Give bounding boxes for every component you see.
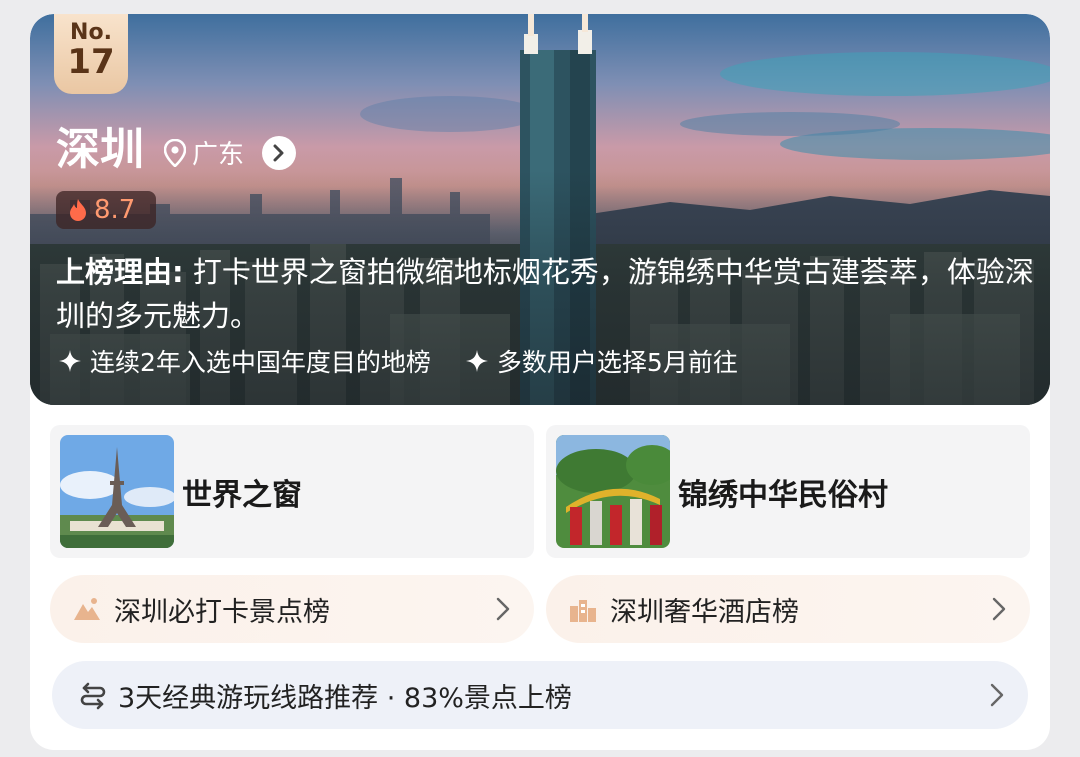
- location-pin-icon: [164, 138, 186, 167]
- highlight-tag-label: 多数用户选择5月前往: [496, 348, 738, 377]
- reason-label: 上榜理由:: [56, 255, 184, 289]
- reason-text-block: 上榜理由: 打卡世界之窗拍微缩地标烟花秀，游锦绣中华赏古建荟萃，体验深圳的多元魅…: [56, 250, 1036, 338]
- hotel-icon: [570, 600, 596, 622]
- heat-score-badge: 8.7: [56, 191, 156, 229]
- chevron-right-icon: [990, 683, 1004, 707]
- chevron-right-icon: [992, 597, 1006, 621]
- highlight-tag: 连续2年入选中国年度目的地榜: [58, 343, 431, 379]
- attraction-card-window-of-world[interactable]: 世界之窗: [50, 425, 534, 558]
- sparkle-icon: [465, 350, 488, 372]
- go-arrow-button[interactable]: [262, 135, 297, 170]
- highlight-tag: 多数用户选择5月前往: [465, 343, 738, 379]
- attraction-card-splendid-china[interactable]: 锦绣中华民俗村: [546, 425, 1030, 558]
- location-link[interactable]: 广东: [164, 134, 297, 171]
- attraction-thumbnail: [556, 435, 670, 548]
- chevron-right-icon: [496, 597, 510, 621]
- attraction-name: 世界之窗: [182, 477, 302, 513]
- rank-number: 17: [67, 42, 115, 82]
- flame-icon: [70, 199, 86, 221]
- chevron-right-icon: [273, 144, 284, 161]
- luxury-hotel-rank-link[interactable]: 深圳奢华酒店榜: [546, 575, 1030, 643]
- attraction-thumbnail: [60, 435, 174, 548]
- province-label: 广东: [192, 140, 245, 170]
- highlight-tag-label: 连续2年入选中国年度目的地榜: [90, 348, 431, 377]
- sparkle-icon: [59, 350, 81, 372]
- route-icon: [80, 682, 106, 710]
- route-recommendation-link[interactable]: 3天经典游玩线路推荐 · 83%景点上榜: [52, 661, 1028, 729]
- eiffel-tower-photo: [60, 435, 174, 548]
- hero-banner[interactable]: No. 17 深圳 广东 8.7 上榜理由: 打卡世界之窗拍微缩地标烟花秀，游锦…: [30, 14, 1050, 405]
- rank-badge: No. 17: [54, 14, 128, 94]
- top-attractions-rank-link[interactable]: 深圳必打卡景点榜: [50, 575, 534, 643]
- route-label: 3天经典游玩线路推荐 · 83%景点上榜: [118, 682, 572, 714]
- destination-card: No. 17 深圳 广东 8.7 上榜理由: 打卡世界之窗拍微缩地标烟花秀，游锦…: [30, 14, 1050, 750]
- highlight-tags: 连续2年入选中国年度目的地榜 多数用户选择5月前往: [58, 343, 772, 379]
- heat-score-value: 8.7: [94, 195, 136, 225]
- reason-text: 打卡世界之窗拍微缩地标烟花秀，游锦绣中华赏古建荟萃，体验深圳的多元魅力。: [56, 255, 1034, 333]
- rank-link-label: 深圳奢华酒店榜: [610, 596, 799, 628]
- folk-performance-photo: [556, 435, 670, 548]
- city-name: 深圳: [56, 124, 144, 175]
- rank-link-label: 深圳必打卡景点榜: [114, 596, 330, 628]
- mountain-icon: [74, 598, 100, 620]
- attraction-name: 锦绣中华民俗村: [678, 477, 888, 513]
- rank-prefix: No.: [70, 20, 112, 45]
